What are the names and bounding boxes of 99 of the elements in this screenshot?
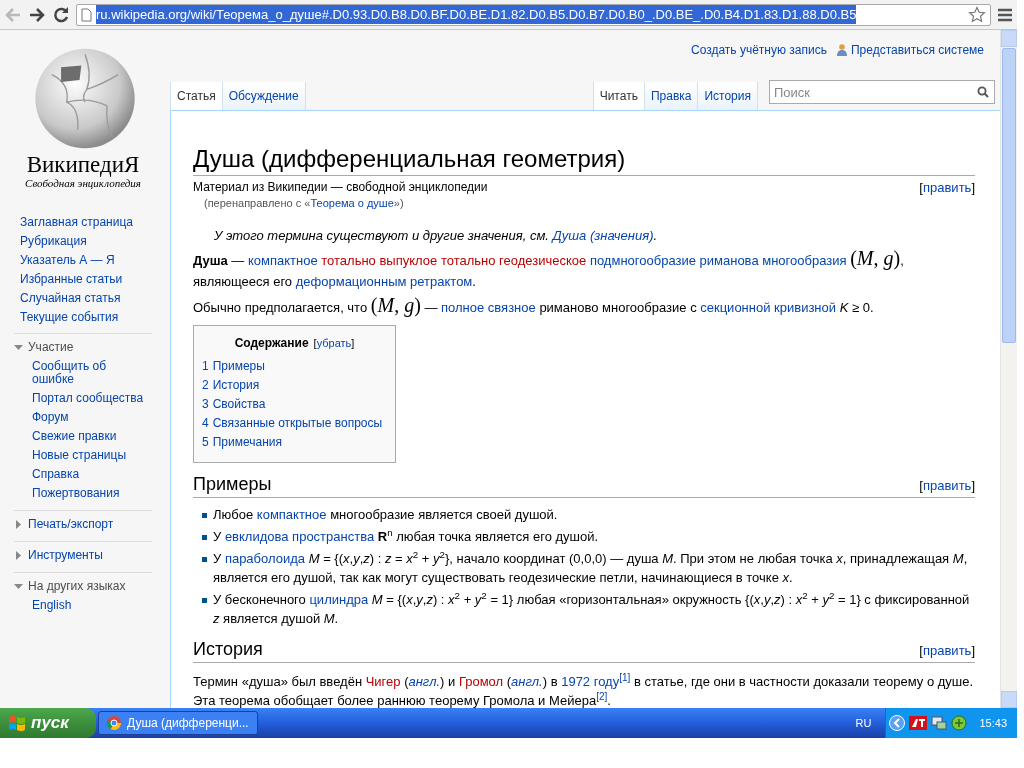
link[interactable]: Громол	[458, 674, 504, 689]
tab[interactable]: Обсуждение	[221, 82, 305, 110]
link[interactable]: англ.	[511, 674, 543, 689]
redirect-note: (перенаправлено с «Теорема о душе»)	[203, 196, 405, 211]
section-heading: Примеры	[193, 473, 272, 495]
tab[interactable]: История	[697, 82, 757, 110]
edit-link[interactable]: [править]	[919, 640, 975, 660]
list-item: У бесконечного цилиндра M = {(x,y,z) : x$^{2}$ + y$^{2}$ = 1} любая «горизонтальная» окружность {(x,y,z) : x$^{2}$ + y$^{2}$ = 1} с фиксированной z является душой M.	[213, 590, 971, 628]
bullet-icon	[201, 557, 207, 562]
wordmark[interactable]: ВикипедиЯ	[26, 153, 140, 177]
link[interactable]: подмногообразие	[589, 253, 696, 268]
sidebar-link[interactable]: Указатель А — Я	[20, 251, 170, 270]
account-link[interactable]: Создать учётную запись	[690, 41, 827, 59]
sidebar-link[interactable]: Портал сообщества	[32, 389, 150, 408]
sidebar-link[interactable]: Текущие события	[20, 308, 170, 327]
reference-link[interactable]: [2]	[596, 691, 608, 702]
star-icon[interactable]	[968, 5, 986, 24]
paragraph: Термин «душа» был введён Чигер (англ.) и Громол (англ.) в 1972 году$^{[1]}$ в статье, где они в частности доказали теорему о душе. Эта теорема обобщает более раннюю теорему Громола и Мейера$^{[2]}$.	[193, 672, 975, 708]
clock: 15:43	[979, 715, 1007, 731]
triangle-icon	[14, 582, 23, 591]
link[interactable]: тотально выпуклое	[321, 253, 438, 268]
list-item: У параболоида M = {(x,y,z) : z = x$^{2}$ + y$^{2}$}, начало координат (0,0,0) — душа M. При этом не любая точка x, принадлежащая M, является его душой, так как могут существовать геодезические петли, начинающиеся в точке x.	[213, 549, 969, 587]
bullet-icon	[201, 513, 207, 518]
sidebar-link[interactable]: English	[32, 596, 150, 615]
list-item: Любое компактное многообразие является своей душой.	[213, 506, 558, 524]
reference-link[interactable]: [1]	[619, 672, 631, 683]
sidebar-link[interactable]: Справка	[32, 465, 150, 484]
sidebar-link[interactable]: Избранные статьи	[20, 270, 170, 289]
browser-icon	[107, 716, 121, 730]
edit-link[interactable]: [править]	[919, 180, 975, 195]
toc-title: Содержание	[234, 335, 309, 352]
paragraph: Обычно предполагается, что (M, g) — полное связное риманово многообразие с секционной кривизной K ≥ 0.	[193, 297, 875, 318]
formula: (M, g)	[370, 294, 421, 316]
link[interactable]: секционной кривизной	[700, 300, 837, 315]
sidebar-link[interactable]: Заглавная страница	[20, 213, 170, 232]
sidebar-section-toggle[interactable]: Печать/экспорт	[14, 515, 114, 534]
link[interactable]: риманова многообразия	[699, 253, 847, 268]
address-bar[interactable]: ru.wikipedia.org/wiki/Теорема_о_душе#.D0.93.D0.B8.D0.BF.D0.BE.D1.82.D0.B5.D0.B7.D0.B0_.D0.BE_.D0.B4.D1.83.D1.88.D0.B5	[76, 3, 991, 26]
link[interactable]: тотально геодезическое	[440, 253, 587, 268]
toc-link[interactable]: 2 История	[202, 376, 387, 395]
link[interactable]: компактное	[256, 507, 327, 522]
graphics-tray-icon[interactable]	[909, 716, 928, 730]
list-item: У евклидова пространства R$^{n}$ любая точка является его душой.	[213, 527, 599, 546]
scrollbar[interactable]	[1000, 30, 1017, 708]
network-tray-icon[interactable]	[931, 716, 948, 730]
bullet-icon	[201, 535, 207, 540]
forward-icon[interactable]	[28, 5, 46, 24]
toc-link[interactable]: 5 Примечания	[202, 433, 387, 452]
search-field[interactable]: Поиск	[769, 80, 995, 104]
start-button[interactable]: пуск	[0, 708, 96, 738]
link[interactable]: Чигер	[365, 674, 401, 689]
link[interactable]: параболоида	[224, 551, 306, 566]
link[interactable]: полное связное	[441, 300, 536, 315]
account-link[interactable]: Представиться системе	[850, 41, 984, 59]
site-subtitle: Материал из Википедии — свободной энциклопедии	[193, 180, 488, 195]
sidebar-link[interactable]: Рубрикация	[20, 232, 170, 251]
tagline: Свободная энциклопедия	[25, 177, 141, 190]
link[interactable]: Теорема о душе	[310, 197, 394, 209]
link[interactable]: евклидова пространства	[224, 529, 375, 544]
sidebar-section-toggle[interactable]: Участие	[14, 338, 74, 357]
sidebar-section-toggle[interactable]: Инструменты	[14, 546, 103, 565]
reload-icon[interactable]	[52, 5, 70, 24]
menu-icon[interactable]	[997, 7, 1013, 22]
paragraph: Душа — компактное тотально выпуклое тотально геодезическое подмногообразие риманова многообразия (M, g), являющееся его деформационным ретрактом.	[193, 250, 905, 291]
sidebar-link[interactable]: Сообщить об ошибке	[32, 357, 150, 389]
toc-link[interactable]: 4 Связанные открытые вопросы	[202, 414, 387, 433]
tab[interactable]: Читать	[592, 82, 644, 110]
sidebar-link[interactable]: Новые страницы	[32, 446, 150, 465]
section-heading: История	[193, 638, 263, 660]
sidebar-link[interactable]: Свежие правки	[32, 427, 150, 446]
triangle-icon	[14, 520, 23, 529]
page-title: Душа (дифференциальная геометрия)	[193, 144, 975, 176]
language-indicator[interactable]: RU	[855, 714, 872, 732]
hatnote: У этого термина существуют и другие значения, см. Душа (значения).	[213, 227, 659, 245]
toc-link[interactable]: 3 Свойства	[202, 395, 387, 414]
page-icon	[81, 7, 92, 22]
link[interactable]: 1972 году	[561, 674, 620, 689]
triangle-icon	[14, 343, 23, 352]
triangle-icon	[14, 551, 23, 560]
link[interactable]: цилиндра	[309, 592, 369, 607]
formula: (M, g)	[850, 247, 901, 269]
edit-link[interactable]: [править]	[919, 475, 975, 495]
toc-toggle-link[interactable]: [убрать]	[313, 335, 355, 352]
link[interactable]: англ.	[408, 674, 441, 689]
windows-flag-icon	[8, 714, 26, 732]
link[interactable]: компактное	[247, 253, 318, 268]
taskbar-button[interactable]: Душа (дифференци...	[98, 711, 258, 735]
toc-link[interactable]: 1 Примеры	[202, 357, 387, 376]
user-icon	[836, 44, 847, 56]
sidebar-link[interactable]: Случайная статья	[20, 289, 170, 308]
search-icon[interactable]	[977, 86, 989, 98]
tab[interactable]: Правка	[643, 82, 698, 110]
sidebar-link[interactable]: Пожертвования	[32, 484, 150, 503]
bullet-icon	[201, 598, 207, 603]
chevron-left-icon[interactable]	[889, 715, 906, 731]
sidebar-link[interactable]: Форум	[32, 408, 150, 427]
tab[interactable]: Статья	[170, 82, 222, 110]
url-text: ru.wikipedia.org/wiki/Теорема_о_душе#.D0.93.D0.B8.D0.BF.D0.BE.D1.82.D0.B5.D0.B7.D0.B0_.D0.BE_.D0.B4.D1.83.D1.88.D0.B5	[96, 4, 857, 25]
sidebar-section-toggle[interactable]: На других языках	[14, 577, 126, 596]
